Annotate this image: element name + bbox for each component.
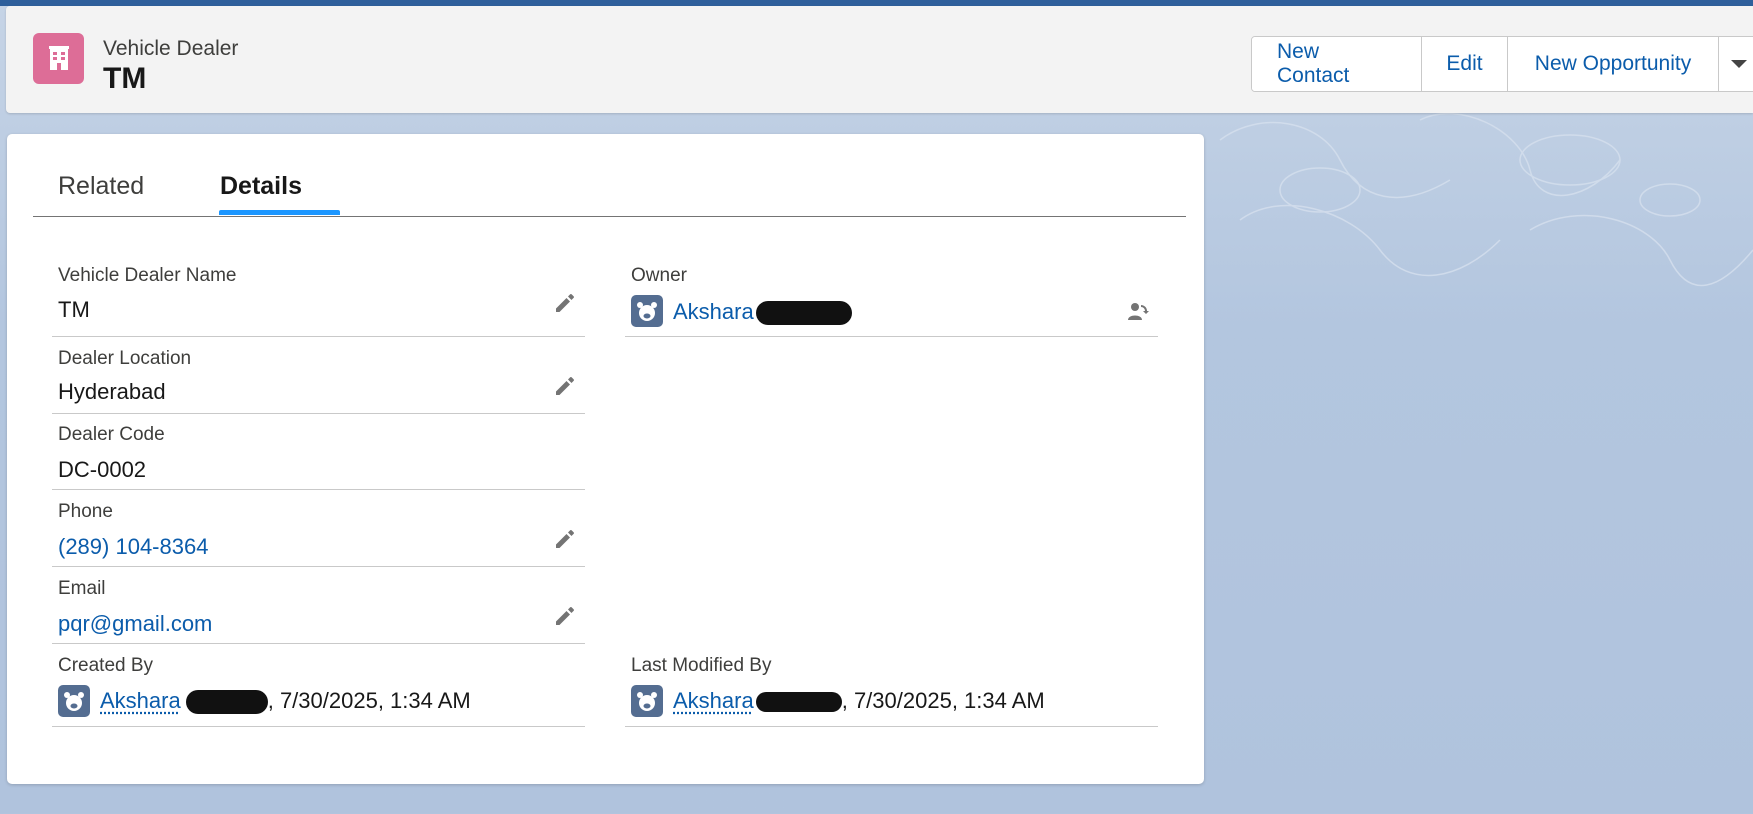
field-label: Dealer Code: [58, 424, 165, 445]
chevron-down-icon: [1731, 60, 1747, 68]
redaction-mark: [755, 692, 842, 713]
redaction-mark: [755, 301, 852, 326]
tab-related[interactable]: Related: [58, 172, 144, 201]
field-value: Hyderabad: [58, 379, 166, 404]
user-avatar-icon: [631, 295, 663, 327]
pencil-icon[interactable]: [553, 527, 577, 551]
field-email: Email pqr@gmail.com: [52, 578, 585, 644]
action-button-group: New Contact Edit New Opportunity: [1251, 36, 1753, 92]
redaction-mark: [185, 690, 268, 715]
new-contact-button[interactable]: New Contact: [1252, 37, 1422, 91]
field-label: Dealer Location: [58, 348, 192, 369]
pencil-icon[interactable]: [553, 291, 577, 315]
field-dealer-location: Dealer Location Hyderabad: [52, 348, 585, 414]
last-modified-by-timestamp: , 7/30/2025, 1:34 AM: [841, 688, 1045, 713]
last-modified-by-value: Akshara , 7/30/2025, 1:34 AM: [673, 688, 1045, 714]
created-by-user-link[interactable]: Akshara: [100, 688, 181, 713]
record-title: TM: [103, 62, 147, 95]
building-icon: [33, 33, 84, 84]
field-dealer-code: Dealer Code DC-0002: [52, 424, 585, 490]
field-phone: Phone (289) 104-8364: [52, 501, 585, 567]
active-tab-indicator: [219, 210, 340, 215]
field-label: Email: [58, 578, 106, 599]
field-value: DC-0002: [58, 457, 147, 482]
change-owner-icon[interactable]: [1126, 299, 1150, 323]
email-link[interactable]: pqr@gmail.com: [58, 611, 212, 637]
field-label: Created By: [58, 655, 154, 676]
tab-details[interactable]: Details: [220, 172, 302, 201]
owner-value: Akshara: [673, 299, 852, 326]
background-texture: [1219, 112, 1753, 287]
details-card: Related Details Vehicle Dealer Name TM O…: [7, 134, 1204, 784]
tab-bar: Related Details: [33, 134, 1186, 217]
owner-link[interactable]: Akshara: [673, 299, 754, 324]
user-avatar-icon: [58, 685, 90, 717]
pencil-icon[interactable]: [553, 374, 577, 398]
object-type-label: Vehicle Dealer: [103, 37, 239, 60]
pencil-icon[interactable]: [553, 604, 577, 628]
field-label: Phone: [58, 501, 113, 522]
more-actions-button[interactable]: [1719, 37, 1753, 91]
field-label: Owner: [631, 265, 687, 286]
new-opportunity-button[interactable]: New Opportunity: [1508, 37, 1719, 91]
field-value: TM: [58, 297, 90, 322]
edit-button[interactable]: Edit: [1422, 37, 1508, 91]
phone-link[interactable]: (289) 104-8364: [58, 534, 208, 560]
created-by-value: Akshara , 7/30/2025, 1:34 AM: [100, 688, 471, 715]
field-last-modified-by: Last Modified By Akshara , 7/30/2025, 1:3…: [625, 655, 1158, 727]
field-label: Last Modified By: [631, 655, 772, 676]
last-modified-by-user-link[interactable]: Akshara: [673, 688, 754, 713]
user-avatar-icon: [631, 685, 663, 717]
record-header: Vehicle Dealer TM New Contact Edit New O…: [6, 6, 1753, 113]
field-owner: Owner Akshara: [625, 265, 1158, 337]
created-by-timestamp: , 7/30/2025, 1:34 AM: [267, 688, 471, 713]
field-vehicle-dealer-name: Vehicle Dealer Name TM: [52, 265, 585, 337]
field-label: Vehicle Dealer Name: [58, 265, 237, 286]
field-created-by: Created By Akshara , 7/30/2025, 1:34 AM: [52, 655, 585, 727]
